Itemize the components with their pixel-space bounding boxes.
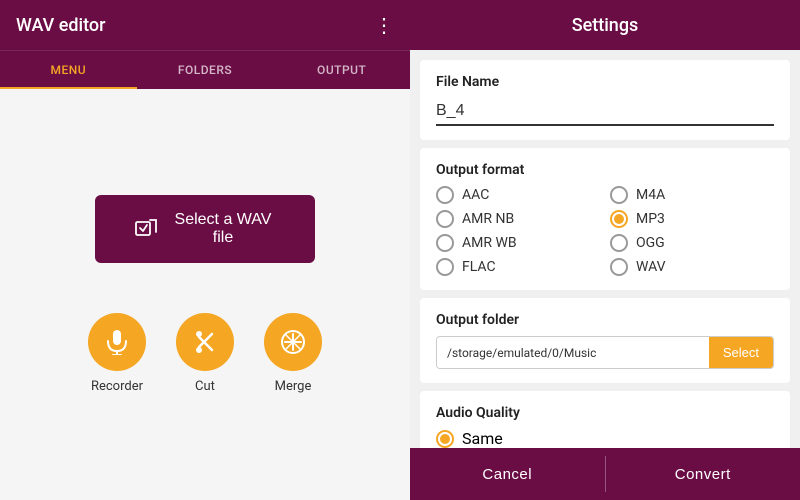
radio-mp3[interactable]: MP3 <box>610 210 774 228</box>
radio-btn-amrnb <box>436 210 454 228</box>
right-panel: Settings File Name Output format AAC M4A <box>410 0 800 500</box>
output-folder-label: Output folder <box>436 312 774 328</box>
radio-btn-same <box>436 430 454 448</box>
radio-btn-mp3 <box>610 210 628 228</box>
recorder-item: Recorder <box>88 313 146 394</box>
radio-ogg[interactable]: OGG <box>610 234 774 252</box>
action-buttons: Recorder Cut <box>88 313 322 394</box>
recorder-button[interactable] <box>88 313 146 371</box>
app-header: WAV editor ⋮ <box>0 0 410 50</box>
settings-footer: Cancel Convert <box>410 448 800 500</box>
file-name-input[interactable] <box>436 98 774 126</box>
select-wav-label: Select a WAV file <box>171 211 275 247</box>
radio-aac[interactable]: AAC <box>436 186 600 204</box>
radio-btn-wav <box>610 258 628 276</box>
audio-quality-row[interactable]: Same <box>436 429 774 448</box>
output-format-label: Output format <box>436 162 774 178</box>
radio-amrwb[interactable]: AMR WB <box>436 234 600 252</box>
select-wav-icon <box>135 218 157 241</box>
app-title: WAV editor <box>16 15 106 36</box>
radio-btn-m4a <box>610 186 628 204</box>
settings-header: Settings <box>410 0 800 50</box>
left-panel: WAV editor ⋮ MENU FOLDERS OUTPUT Select … <box>0 0 410 500</box>
merge-item: Merge <box>264 313 322 394</box>
tab-folders[interactable]: FOLDERS <box>137 51 274 89</box>
tab-output[interactable]: OUTPUT <box>273 51 410 89</box>
radio-btn-flac <box>436 258 454 276</box>
left-content: Select a WAV file Recorder <box>0 89 410 500</box>
output-folder-row: /storage/emulated/0/Music Select <box>436 336 774 369</box>
select-wav-button[interactable]: Select a WAV file <box>95 195 315 263</box>
tab-menu[interactable]: MENU <box>0 51 137 89</box>
select-folder-button[interactable]: Select <box>709 337 773 368</box>
convert-button[interactable]: Convert <box>606 448 800 500</box>
audio-quality-same-label: Same <box>462 429 503 448</box>
cut-button[interactable] <box>176 313 234 371</box>
file-name-card: File Name <box>420 60 790 140</box>
settings-title: Settings <box>572 15 639 36</box>
audio-quality-card: Audio Quality Same <box>420 391 790 448</box>
output-format-grid: AAC M4A AMR NB MP3 AMR WB <box>436 186 774 276</box>
cut-label: Cut <box>195 379 215 394</box>
file-name-label: File Name <box>436 74 774 90</box>
audio-quality-label: Audio Quality <box>436 405 774 421</box>
cut-item: Cut <box>176 313 234 394</box>
radio-btn-ogg <box>610 234 628 252</box>
merge-label: Merge <box>275 379 312 394</box>
recorder-label: Recorder <box>91 379 143 394</box>
radio-flac[interactable]: FLAC <box>436 258 600 276</box>
more-icon[interactable]: ⋮ <box>374 13 394 37</box>
settings-content: File Name Output format AAC M4A AMR NB <box>410 50 800 448</box>
radio-m4a[interactable]: M4A <box>610 186 774 204</box>
output-format-card: Output format AAC M4A AMR NB <box>420 148 790 290</box>
radio-amrnb[interactable]: AMR NB <box>436 210 600 228</box>
radio-wav[interactable]: WAV <box>610 258 774 276</box>
output-folder-card: Output folder /storage/emulated/0/Music … <box>420 298 790 383</box>
merge-button[interactable] <box>264 313 322 371</box>
cancel-button[interactable]: Cancel <box>410 448 605 500</box>
radio-btn-aac <box>436 186 454 204</box>
radio-btn-amrwb <box>436 234 454 252</box>
folder-path: /storage/emulated/0/Music <box>437 338 709 368</box>
tab-bar: MENU FOLDERS OUTPUT <box>0 50 410 89</box>
